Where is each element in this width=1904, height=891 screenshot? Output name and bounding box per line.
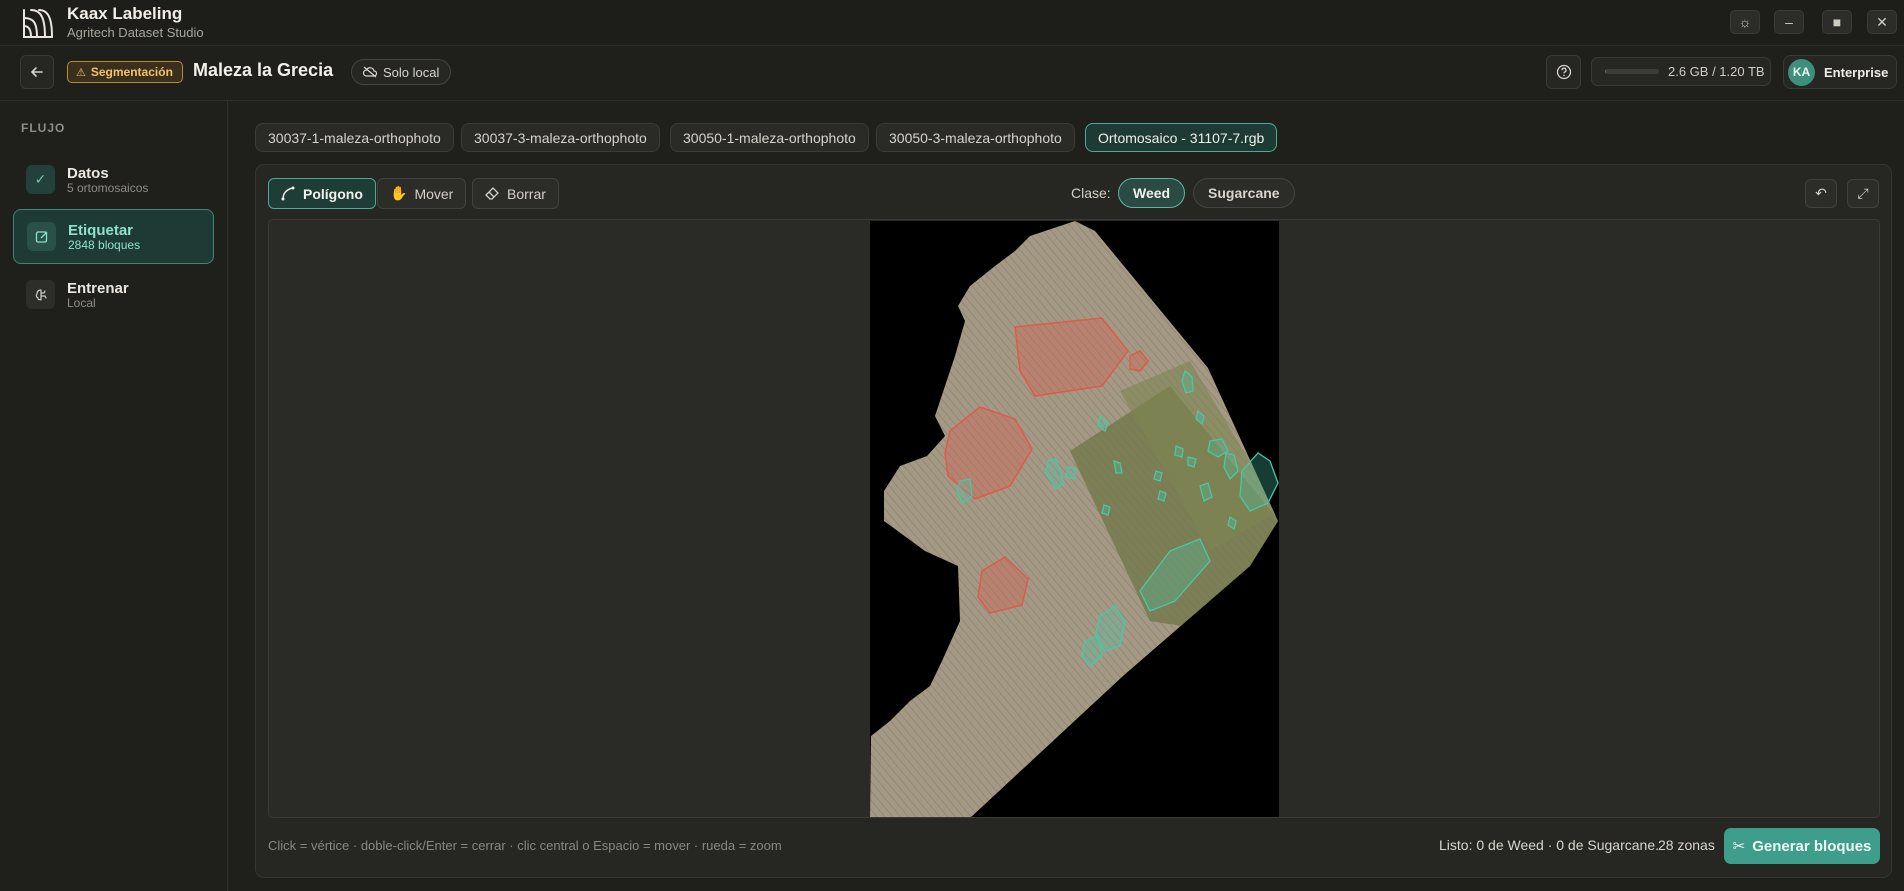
polygon-tool-label: Polígono <box>303 185 363 202</box>
warning-icon: ⚠ <box>76 66 86 79</box>
minimize-button[interactable]: – <box>1774 10 1804 34</box>
hand-icon: ✋ <box>390 185 408 201</box>
check-icon: ✓ <box>26 165 55 194</box>
undo-button[interactable]: ↶ <box>1805 179 1837 208</box>
sidebar-item-entrenar[interactable]: Entrenar Local <box>13 267 214 322</box>
local-mode-label: Solo local <box>383 64 440 80</box>
help-icon <box>1556 64 1571 80</box>
workflow-sidebar: FLUJO ✓ Datos 5 ortomosaicos Etiquetar 2… <box>0 101 228 891</box>
cloud-off-icon <box>363 66 377 78</box>
generate-blocks-label: Generar bloques <box>1752 837 1872 855</box>
step-title: Datos <box>67 164 109 182</box>
generate-blocks-button[interactable]: ✂ Generar bloques <box>1724 828 1880 864</box>
help-button[interactable] <box>1546 55 1581 89</box>
orthomosaic-image[interactable] <box>870 221 1279 818</box>
avatar: KA <box>1788 58 1815 86</box>
tab-ortho-30050-1[interactable]: 30050-1-maleza-orthophoto <box>670 123 869 152</box>
erase-tool-button[interactable]: Borrar <box>472 178 559 209</box>
close-button[interactable]: ✕ <box>1867 10 1897 34</box>
step-subtitle: 5 ortomosaicos <box>67 180 149 195</box>
maximize-icon: ■ <box>1832 14 1842 30</box>
project-title: Maleza la Grecia <box>193 60 334 80</box>
arrow-left-icon <box>30 67 43 77</box>
app-subtitle: Agritech Dataset Studio <box>67 25 204 40</box>
user-menu[interactable]: KA Enterprise <box>1783 55 1897 89</box>
zones-count: 28 zonas <box>1658 837 1715 853</box>
move-tool-label: Mover <box>414 185 454 202</box>
eraser-icon <box>485 187 499 200</box>
sugarcane-polygon[interactable] <box>1153 470 1163 482</box>
polygon-tool-button[interactable]: Polígono <box>268 178 376 209</box>
polygon-icon <box>281 186 295 201</box>
app-name: Kaax Labeling <box>67 4 183 23</box>
sidebar-item-etiquetar[interactable]: Etiquetar 2848 bloques <box>13 209 214 264</box>
edit-icon <box>27 222 56 251</box>
class-label: Clase: <box>1071 185 1111 201</box>
fullscreen-button[interactable]: ⤢ <box>1847 179 1879 208</box>
annotation-canvas[interactable] <box>268 219 1880 818</box>
class-sugarcane-button[interactable]: Sugarcane <box>1193 178 1295 208</box>
storage-bar <box>1605 69 1659 74</box>
scissors-icon: ✂ <box>1732 838 1746 855</box>
class-weed-button[interactable]: Weed <box>1118 178 1186 208</box>
local-mode-pill[interactable]: Solo local <box>351 59 452 85</box>
brain-icon <box>26 280 55 309</box>
flow-section-label: FLUJO <box>21 121 66 135</box>
tab-ortho-30037-1[interactable]: 30037-1-maleza-orthophoto <box>255 123 454 152</box>
tab-ortho-30037-3[interactable]: 30037-3-maleza-orthophoto <box>461 123 660 152</box>
storage-text: 2.6 GB / 1.20 TB <box>1668 64 1765 79</box>
back-button[interactable] <box>20 55 54 89</box>
task-type-label: Segmentación <box>90 65 173 79</box>
close-icon: ✕ <box>1876 13 1888 30</box>
tab-ortho-30050-3[interactable]: 30050-3-maleza-orthophoto <box>876 123 1075 152</box>
sidebar-item-datos[interactable]: ✓ Datos 5 ortomosaicos <box>13 152 214 207</box>
minimize-icon: – <box>1785 14 1793 30</box>
sugarcane-polygon[interactable] <box>1157 490 1167 502</box>
sun-icon: ☼ <box>1738 14 1752 30</box>
status-text: Listo: 0 de Weed · 0 de Sugarcane. <box>1439 837 1659 853</box>
step-subtitle: 2848 bloques <box>68 237 141 252</box>
undo-icon: ↶ <box>1815 185 1827 201</box>
sugarcane-polygon[interactable] <box>1101 504 1111 516</box>
storage-bar-fill <box>1605 69 1607 74</box>
sugarcane-polygon[interactable] <box>1187 456 1197 468</box>
step-title: Etiquetar <box>68 221 134 239</box>
maximize-button[interactable]: ■ <box>1822 10 1852 34</box>
header-bar: ⚠ Segmentación Maleza la Grecia Solo loc… <box>0 46 1904 101</box>
storage-indicator[interactable]: 2.6 GB / 1.20 TB <box>1591 57 1771 86</box>
erase-tool-label: Borrar <box>507 185 546 202</box>
task-type-badge: ⚠ Segmentación <box>67 61 183 83</box>
move-tool-button[interactable]: ✋ Mover <box>377 178 467 209</box>
expand-icon: ⤢ <box>1857 185 1869 201</box>
step-title: Entrenar <box>67 279 129 297</box>
step-subtitle: Local <box>67 295 96 310</box>
app-logo-icon <box>23 9 53 38</box>
plan-label: Enterprise <box>1824 64 1889 80</box>
tab-ortho-31107-7[interactable]: Ortomosaico - 31107-7.rgb <box>1085 123 1278 152</box>
shortcut-hint: Click = vértice · doble-click/Enter = ce… <box>268 838 782 853</box>
title-bar: Kaax Labeling Agritech Dataset Studio ☼ … <box>0 0 1904 46</box>
sugarcane-polygon[interactable] <box>1065 466 1077 480</box>
theme-toggle-button[interactable]: ☼ <box>1730 10 1760 34</box>
